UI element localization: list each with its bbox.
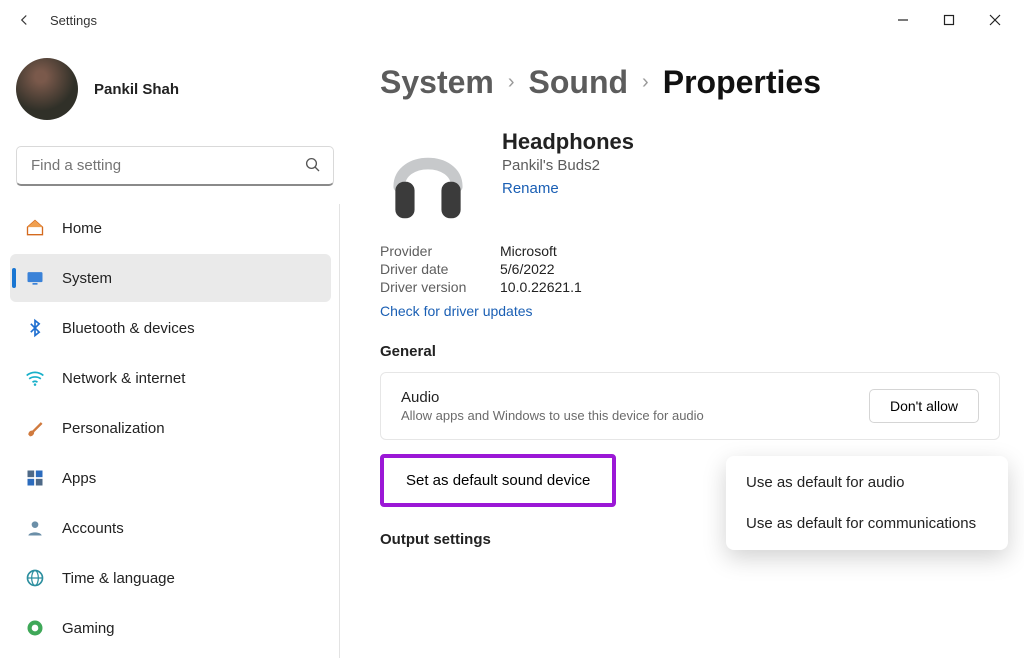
audio-card: Audio Allow apps and Windows to use this…: [380, 372, 1000, 440]
nav-network[interactable]: Network & internet: [10, 354, 331, 402]
audio-title: Audio: [401, 389, 704, 406]
back-button[interactable]: [6, 2, 42, 38]
driver-date-label: Driver date: [380, 261, 500, 277]
nav-personalization[interactable]: Personalization: [10, 404, 331, 452]
wifi-icon: [24, 367, 46, 389]
search-input[interactable]: [16, 146, 334, 186]
home-icon: [24, 217, 46, 239]
avatar: [16, 58, 78, 120]
breadcrumb-current: Properties: [663, 64, 821, 101]
sidebar: Pankil Shah Home System Bluetooth & devi…: [0, 40, 350, 658]
menu-default-communications[interactable]: Use as default for communications: [732, 503, 1002, 544]
section-general: General: [380, 343, 1000, 360]
nav-gaming[interactable]: Gaming: [10, 604, 331, 652]
title-bar: Settings: [0, 0, 1024, 40]
menu-default-audio[interactable]: Use as default for audio: [732, 462, 1002, 503]
set-default-button[interactable]: Set as default sound device: [380, 454, 616, 507]
gaming-icon: [24, 617, 46, 639]
search-icon: [304, 156, 322, 179]
breadcrumb-sound[interactable]: Sound: [529, 64, 629, 101]
device-meta: ProviderMicrosoft Driver date5/6/2022 Dr…: [380, 243, 1000, 319]
close-button[interactable]: [972, 4, 1018, 36]
device-title: Headphones: [502, 129, 634, 155]
rename-link[interactable]: Rename: [502, 180, 559, 197]
provider-label: Provider: [380, 243, 500, 259]
audio-subtitle: Allow apps and Windows to use this devic…: [401, 408, 704, 423]
nav-bluetooth[interactable]: Bluetooth & devices: [10, 304, 331, 352]
window-title: Settings: [50, 13, 97, 28]
chevron-right-icon: ›: [508, 71, 515, 94]
nav-time[interactable]: Time & language: [10, 554, 331, 602]
person-icon: [24, 517, 46, 539]
device-header: Headphones Pankil's Buds2 Rename: [380, 129, 1000, 225]
dont-allow-button[interactable]: Don't allow: [869, 389, 979, 423]
user-profile[interactable]: Pankil Shah: [10, 44, 340, 146]
driver-version-label: Driver version: [380, 279, 500, 295]
apps-icon: [24, 467, 46, 489]
driver-version-value: 10.0.22621.1: [500, 279, 582, 295]
system-icon: [24, 267, 46, 289]
user-name: Pankil Shah: [94, 81, 179, 98]
breadcrumb: System › Sound › Properties: [380, 64, 1000, 101]
default-device-menu: Use as default for audio Use as default …: [726, 456, 1008, 550]
device-subtitle: Pankil's Buds2: [502, 157, 634, 174]
nav-system[interactable]: System: [10, 254, 331, 302]
maximize-button[interactable]: [926, 4, 972, 36]
arrow-left-icon: [15, 11, 33, 29]
main-content: System › Sound › Properties Headphones P…: [350, 40, 1024, 658]
brush-icon: [24, 417, 46, 439]
minimize-button[interactable]: [880, 4, 926, 36]
nav-home[interactable]: Home: [10, 204, 331, 252]
nav-accounts[interactable]: Accounts: [10, 504, 331, 552]
nav-list: Home System Bluetooth & devices Network …: [10, 204, 340, 658]
driver-date-value: 5/6/2022: [500, 261, 555, 277]
search-wrap: [16, 146, 334, 186]
globe-icon: [24, 567, 46, 589]
chevron-right-icon: ›: [642, 71, 649, 94]
check-driver-updates-link[interactable]: Check for driver updates: [380, 303, 533, 319]
bluetooth-icon: [24, 317, 46, 339]
headphones-icon: [380, 129, 476, 225]
window-controls: [880, 4, 1018, 36]
nav-apps[interactable]: Apps: [10, 454, 331, 502]
provider-value: Microsoft: [500, 243, 557, 259]
breadcrumb-system[interactable]: System: [380, 64, 494, 101]
